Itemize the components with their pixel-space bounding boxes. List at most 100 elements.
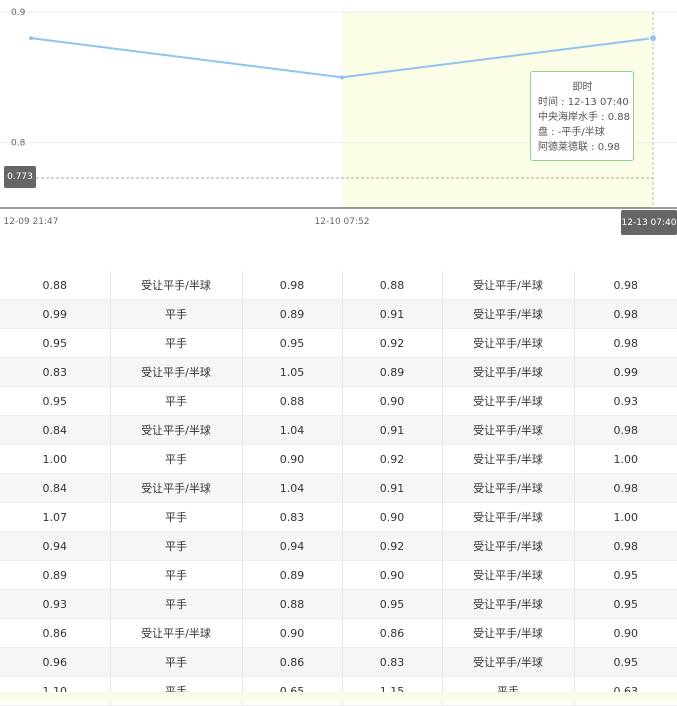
- table-cell: 受让平手/半球: [110, 357, 243, 387]
- tooltip-value: 12-13 07:40: [567, 97, 629, 108]
- table-cell: 0.84: [0, 415, 111, 445]
- table-cell: 平手: [110, 328, 243, 358]
- table-cell: 0.95: [574, 560, 677, 590]
- table-cell: 0.88: [242, 589, 343, 619]
- table-cell: 0.99: [0, 299, 111, 329]
- table-cell: 0.92: [342, 328, 443, 358]
- table-cell: 受让平手/半球: [110, 415, 243, 445]
- table-row: 0.86 受让平手/半球 0.90 0.86 受让平手/半球 0.90: [0, 618, 677, 648]
- tooltip-title: 即时: [572, 82, 593, 93]
- table-cell: 1.15: [342, 676, 443, 706]
- table-cell: 平手: [110, 502, 243, 532]
- table-cell: 0.95: [0, 328, 111, 358]
- table-cell: 受让平手/半球: [110, 271, 243, 300]
- table-cell: 0.93: [574, 386, 677, 416]
- data-point: [29, 36, 33, 41]
- table-cell: 受让平手/半球: [442, 299, 575, 329]
- tooltip-label: 阿德莱德联: [538, 142, 588, 153]
- table-footer-band: [0, 692, 677, 701]
- table-cell: 平手: [110, 647, 243, 677]
- table-row: 0.99 平手 0.89 0.91 受让平手/半球 0.98: [0, 299, 677, 329]
- tooltip-row-home: 中央海岸水手 : 0.88: [538, 112, 630, 123]
- table-cell: 0.88: [242, 386, 343, 416]
- table-cell: 0.91: [342, 415, 443, 445]
- table-cell: 受让平手/半球: [442, 328, 575, 358]
- tooltip-label: 中央海岸水手: [538, 112, 598, 123]
- y-tick-label: 0.8: [11, 139, 26, 149]
- table-cell: 0.86: [242, 647, 343, 677]
- table-cell: 1.00: [574, 444, 677, 474]
- table-cell: 0.95: [574, 589, 677, 619]
- table-cell: 0.83: [242, 502, 343, 532]
- reference-value: 0.773: [7, 172, 33, 182]
- table-cell: 0.98: [242, 271, 343, 300]
- table-cell: 1.04: [242, 415, 343, 445]
- table-cell: 平手: [110, 531, 243, 561]
- table-cell: 平手: [110, 386, 243, 416]
- table-cell: 0.90: [242, 444, 343, 474]
- table-cell: 0.98: [574, 415, 677, 445]
- table-cell: 平手: [110, 560, 243, 590]
- table-cell: 受让平手/半球: [442, 357, 575, 387]
- table-cell: 0.90: [242, 618, 343, 648]
- table-row: 1.00 平手 0.90 0.92 受让平手/半球 1.00: [0, 444, 677, 474]
- table-row: 0.96 平手 0.86 0.83 受让平手/半球 0.95: [0, 647, 677, 677]
- table-cell: 0.90: [342, 502, 443, 532]
- data-point: [649, 34, 657, 43]
- chart-tooltip: 即时 时间 : 12-13 07:40 中央海岸水手 : 0.88 盘 : -平…: [530, 71, 634, 161]
- table-cell: 0.98: [574, 299, 677, 329]
- table-cell: 0.92: [342, 444, 443, 474]
- x-tick-label: 12-10 07:52: [315, 217, 370, 227]
- table-cell: 受让平手/半球: [442, 386, 575, 416]
- x-tick-label: 12-09 21:47: [4, 217, 59, 227]
- table-cell: 0.98: [574, 328, 677, 358]
- table-row: 0.95 平手 0.95 0.92 受让平手/半球 0.98: [0, 328, 677, 358]
- table-cell: 0.89: [342, 357, 443, 387]
- table-cell: 0.95: [242, 328, 343, 358]
- table-cell: 1.07: [0, 502, 111, 532]
- table-cell: 0.92: [342, 531, 443, 561]
- tooltip-row-away: 阿德莱德联 : 0.98: [538, 142, 620, 153]
- y-tick-label: 0.9: [11, 8, 26, 18]
- tooltip-value: 0.88: [607, 112, 630, 123]
- table-row: 0.84 受让平手/半球 1.04 0.91 受让平手/半球 0.98: [0, 415, 677, 445]
- table-row: 0.95 平手 0.88 0.90 受让平手/半球 0.93: [0, 386, 677, 416]
- table-cell: 0.94: [0, 531, 111, 561]
- table-row: 0.94 平手 0.94 0.92 受让平手/半球 0.98: [0, 531, 677, 561]
- table-cell: 0.90: [574, 618, 677, 648]
- table-cell: 0.90: [342, 386, 443, 416]
- table-cell: 1.00: [0, 444, 111, 474]
- table-cell: 受让平手/半球: [442, 560, 575, 590]
- table-cell: 0.83: [342, 647, 443, 677]
- table-cell: 0.99: [574, 357, 677, 387]
- odds-table: 0.88 受让平手/半球 0.98 0.88 受让平手/半球 0.98 0.99 平手 0.89…: [0, 271, 677, 706]
- x-axis-pointer-label: 12-13 07:40: [621, 217, 677, 228]
- table-cell: 1.10: [0, 676, 111, 706]
- table-row: 1.10平手0.651.15平手0.63: [0, 676, 677, 706]
- table-cell: 0.83: [0, 357, 111, 387]
- table-cell: 受让平手/半球: [442, 271, 575, 300]
- tooltip-row-time: 时间 : 12-13 07:40: [538, 97, 629, 108]
- tooltip-label: 时间: [538, 97, 558, 108]
- table-cell: 受让平手/半球: [442, 531, 575, 561]
- table-cell: 0.89: [242, 299, 343, 329]
- table-row: 0.84 受让平手/半球 1.04 0.91 受让平手/半球 0.98: [0, 473, 677, 503]
- table-row: 1.07 平手 0.83 0.90 受让平手/半球 1.00: [0, 502, 677, 532]
- table-cell: 0.90: [342, 560, 443, 590]
- table-cell: 受让平手/半球: [442, 618, 575, 648]
- table-cell: 0.89: [0, 560, 111, 590]
- table-cell: 0.95: [574, 647, 677, 677]
- table-cell: 受让平手/半球: [110, 473, 243, 503]
- table-cell: 平手: [442, 676, 575, 706]
- table-cell: 0.98: [574, 271, 677, 300]
- tooltip-value: 0.98: [597, 142, 620, 153]
- table-cell: 1.00: [574, 502, 677, 532]
- table-cell: 0.65: [242, 676, 343, 706]
- table-cell: 0.86: [0, 618, 111, 648]
- data-point: [340, 75, 344, 80]
- tooltip-label: 盘: [538, 127, 548, 138]
- table-cell: 0.91: [342, 473, 443, 503]
- table-cell: 受让平手/半球: [442, 473, 575, 503]
- tooltip-row-handicap: 盘 : -平手/半球: [538, 127, 605, 138]
- table-cell: 0.84: [0, 473, 111, 503]
